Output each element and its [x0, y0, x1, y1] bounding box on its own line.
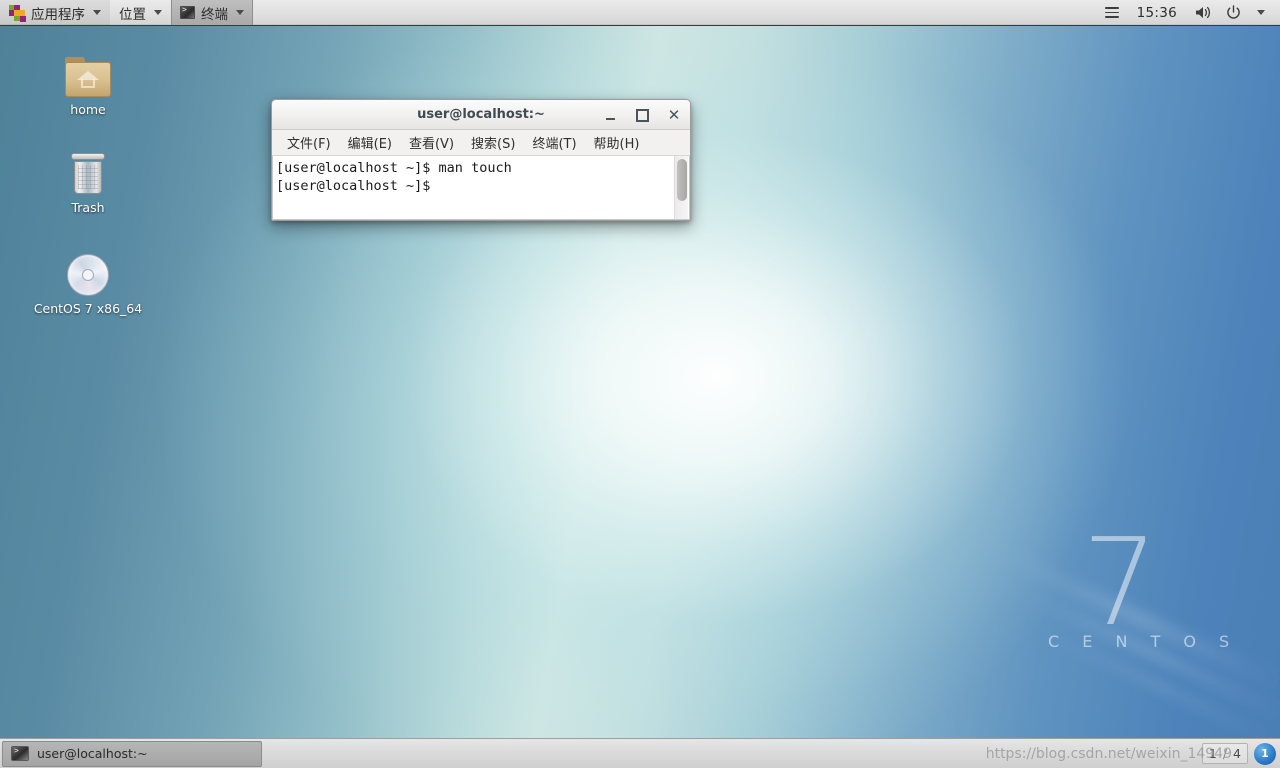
chevron-down-icon [154, 10, 162, 15]
top-panel-left-group: 应用程序 位置 终端 [0, 0, 253, 25]
chevron-down-icon [236, 10, 244, 15]
terminal-menubar: 文件(F) 编辑(E) 查看(V) 搜索(S) 终端(T) 帮助(H) [272, 130, 690, 156]
menu-item-file[interactable]: 文件(F) [280, 131, 338, 154]
taskbar-window-label: user@localhost:~ [37, 746, 148, 761]
menu-item-search[interactable]: 搜索(S) [464, 131, 522, 154]
desktop-icon-label: home [70, 102, 106, 117]
hamburger-menu-button[interactable] [1098, 7, 1126, 18]
volume-icon [1196, 6, 1210, 19]
hamburger-menu-icon [1104, 7, 1119, 18]
top-panel: 应用程序 位置 终端 15:36 [0, 0, 1280, 26]
places-menu-label: 位置 [119, 6, 146, 23]
desktop-icon-home[interactable]: home [33, 47, 143, 117]
close-button[interactable]: ✕ [666, 107, 682, 123]
workspace-separator: / [1222, 746, 1228, 761]
centos-logo-icon [9, 4, 26, 22]
desktop-icon-trash[interactable]: Trash [33, 145, 143, 215]
terminal-scrollbar[interactable] [674, 156, 688, 219]
desktop-screen: 7 C E N T O S 应用程序 位置 终端 [0, 0, 1280, 768]
terminal-icon [180, 5, 195, 19]
clock-label: 15:36 [1136, 4, 1177, 21]
top-panel-spacer [253, 0, 1098, 25]
applications-menu-button[interactable]: 应用程序 [0, 0, 110, 25]
places-menu-button[interactable]: 位置 [110, 0, 171, 25]
desktop-icon-label: CentOS 7 x86_64 [33, 301, 143, 316]
menu-item-help[interactable]: 帮助(H) [587, 131, 647, 154]
power-icon [1227, 5, 1240, 19]
terminal-titlebar[interactable]: user@localhost:~ ✕ [272, 100, 690, 130]
volume-button[interactable] [1188, 5, 1219, 20]
menu-item-terminal[interactable]: 终端(T) [525, 131, 583, 154]
applications-menu-label: 应用程序 [31, 6, 85, 23]
panel-active-window-terminal[interactable]: 终端 [171, 0, 253, 25]
taskbar-window-button-terminal[interactable]: user@localhost:~ [2, 740, 262, 767]
workspace-current: 1 [1208, 746, 1217, 761]
desktop-icon-centos-disc[interactable]: CentOS 7 x86_64 [33, 246, 143, 316]
terminal-output-area[interactable]: [user@localhost ~]$ man touch [user@loca… [272, 156, 690, 220]
terminal-icon [11, 746, 29, 761]
power-button[interactable] [1219, 5, 1248, 20]
chevron-down-icon [93, 10, 101, 15]
top-panel-status-area: 15:36 [1098, 0, 1280, 25]
clock-button[interactable]: 15:36 [1126, 5, 1188, 21]
system-menu-button[interactable] [1248, 10, 1272, 15]
panel-active-window-label: 终端 [201, 6, 228, 23]
maximize-button[interactable] [634, 107, 650, 123]
menu-item-edit[interactable]: 编辑(E) [341, 131, 399, 154]
menu-item-view[interactable]: 查看(V) [402, 131, 461, 154]
terminal-scrollbar-thumb[interactable] [677, 159, 687, 201]
trash-icon [33, 145, 143, 195]
notification-badge[interactable]: 1 [1254, 742, 1276, 765]
home-folder-icon [33, 47, 143, 97]
terminal-window[interactable]: user@localhost:~ ✕ 文件(F) 编辑(E) 查看(V) 搜索(… [271, 99, 691, 221]
workspace-total: 4 [1233, 746, 1241, 761]
minimize-button[interactable] [602, 107, 618, 123]
terminal-window-title: user@localhost:~ [417, 107, 545, 122]
chevron-down-icon [1257, 10, 1265, 15]
desktop-icon-label: Trash [71, 200, 105, 215]
optical-disc-icon [33, 246, 143, 296]
bottom-taskbar: user@localhost:~ 1 / 4 1 [0, 738, 1280, 768]
terminal-output-text: [user@localhost ~]$ man touch [user@loca… [276, 160, 512, 194]
workspace-switcher[interactable]: 1 / 4 [1201, 743, 1248, 764]
window-controls: ✕ [602, 100, 682, 130]
